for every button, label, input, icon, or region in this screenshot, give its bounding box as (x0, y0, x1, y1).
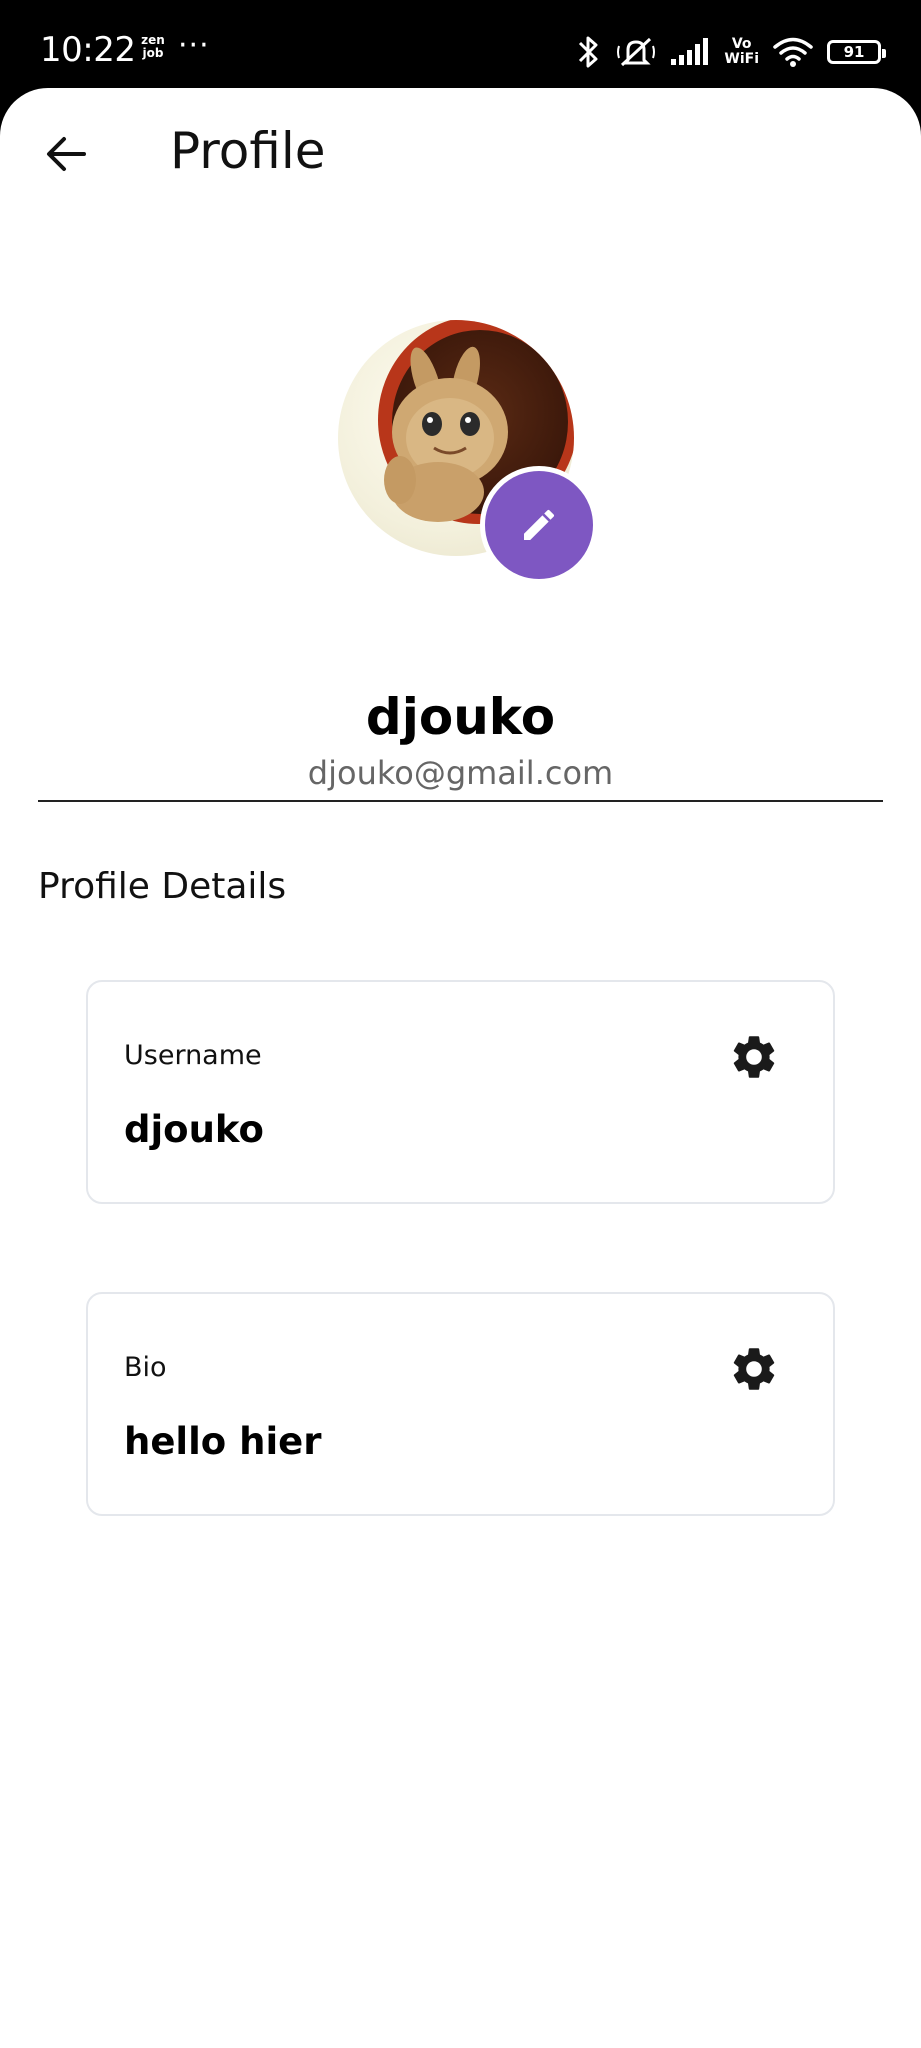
bio-value: hello hier (124, 1420, 322, 1463)
gear-icon (733, 1348, 775, 1390)
status-bar: 10:22 zen job ··· Vo WiFi 91 (0, 0, 921, 100)
mute-icon (617, 37, 656, 67)
gear-icon (733, 1036, 775, 1078)
battery-icon: 91 (827, 40, 886, 64)
section-title: Profile Details (38, 866, 287, 907)
more-notifications-icon: ··· (178, 28, 210, 63)
bio-label: Bio (124, 1352, 167, 1383)
avatar-container (338, 320, 598, 584)
username-label: Username (124, 1040, 262, 1071)
edit-avatar-button[interactable] (480, 466, 598, 584)
divider (38, 800, 883, 802)
profile-name: djouko (365, 688, 556, 746)
bio-card: Bio hello hier (86, 1292, 835, 1516)
status-time: 10:22 (40, 30, 136, 70)
username-value: djouko (124, 1108, 264, 1151)
bluetooth-icon (579, 36, 598, 68)
vowifi-icon: Vo WiFi (724, 36, 759, 67)
edit-bio-button[interactable] (727, 1342, 781, 1396)
pencil-icon (524, 509, 555, 540)
arrow-left-icon (47, 137, 86, 171)
wifi-icon (773, 37, 813, 67)
zenjob-notification-icon: zen job (141, 33, 165, 60)
status-icons: Vo WiFi 91 (576, 30, 886, 74)
profile-screen: Profile djouko djouko@gmail.com Profile … (0, 88, 921, 2048)
signal-icon (671, 38, 709, 65)
username-card: Username djouko (86, 980, 835, 1204)
edit-username-button[interactable] (727, 1030, 781, 1084)
back-button[interactable] (36, 124, 96, 184)
page-title: Profile (170, 122, 326, 180)
profile-email: djouko@gmail.com (307, 754, 614, 792)
